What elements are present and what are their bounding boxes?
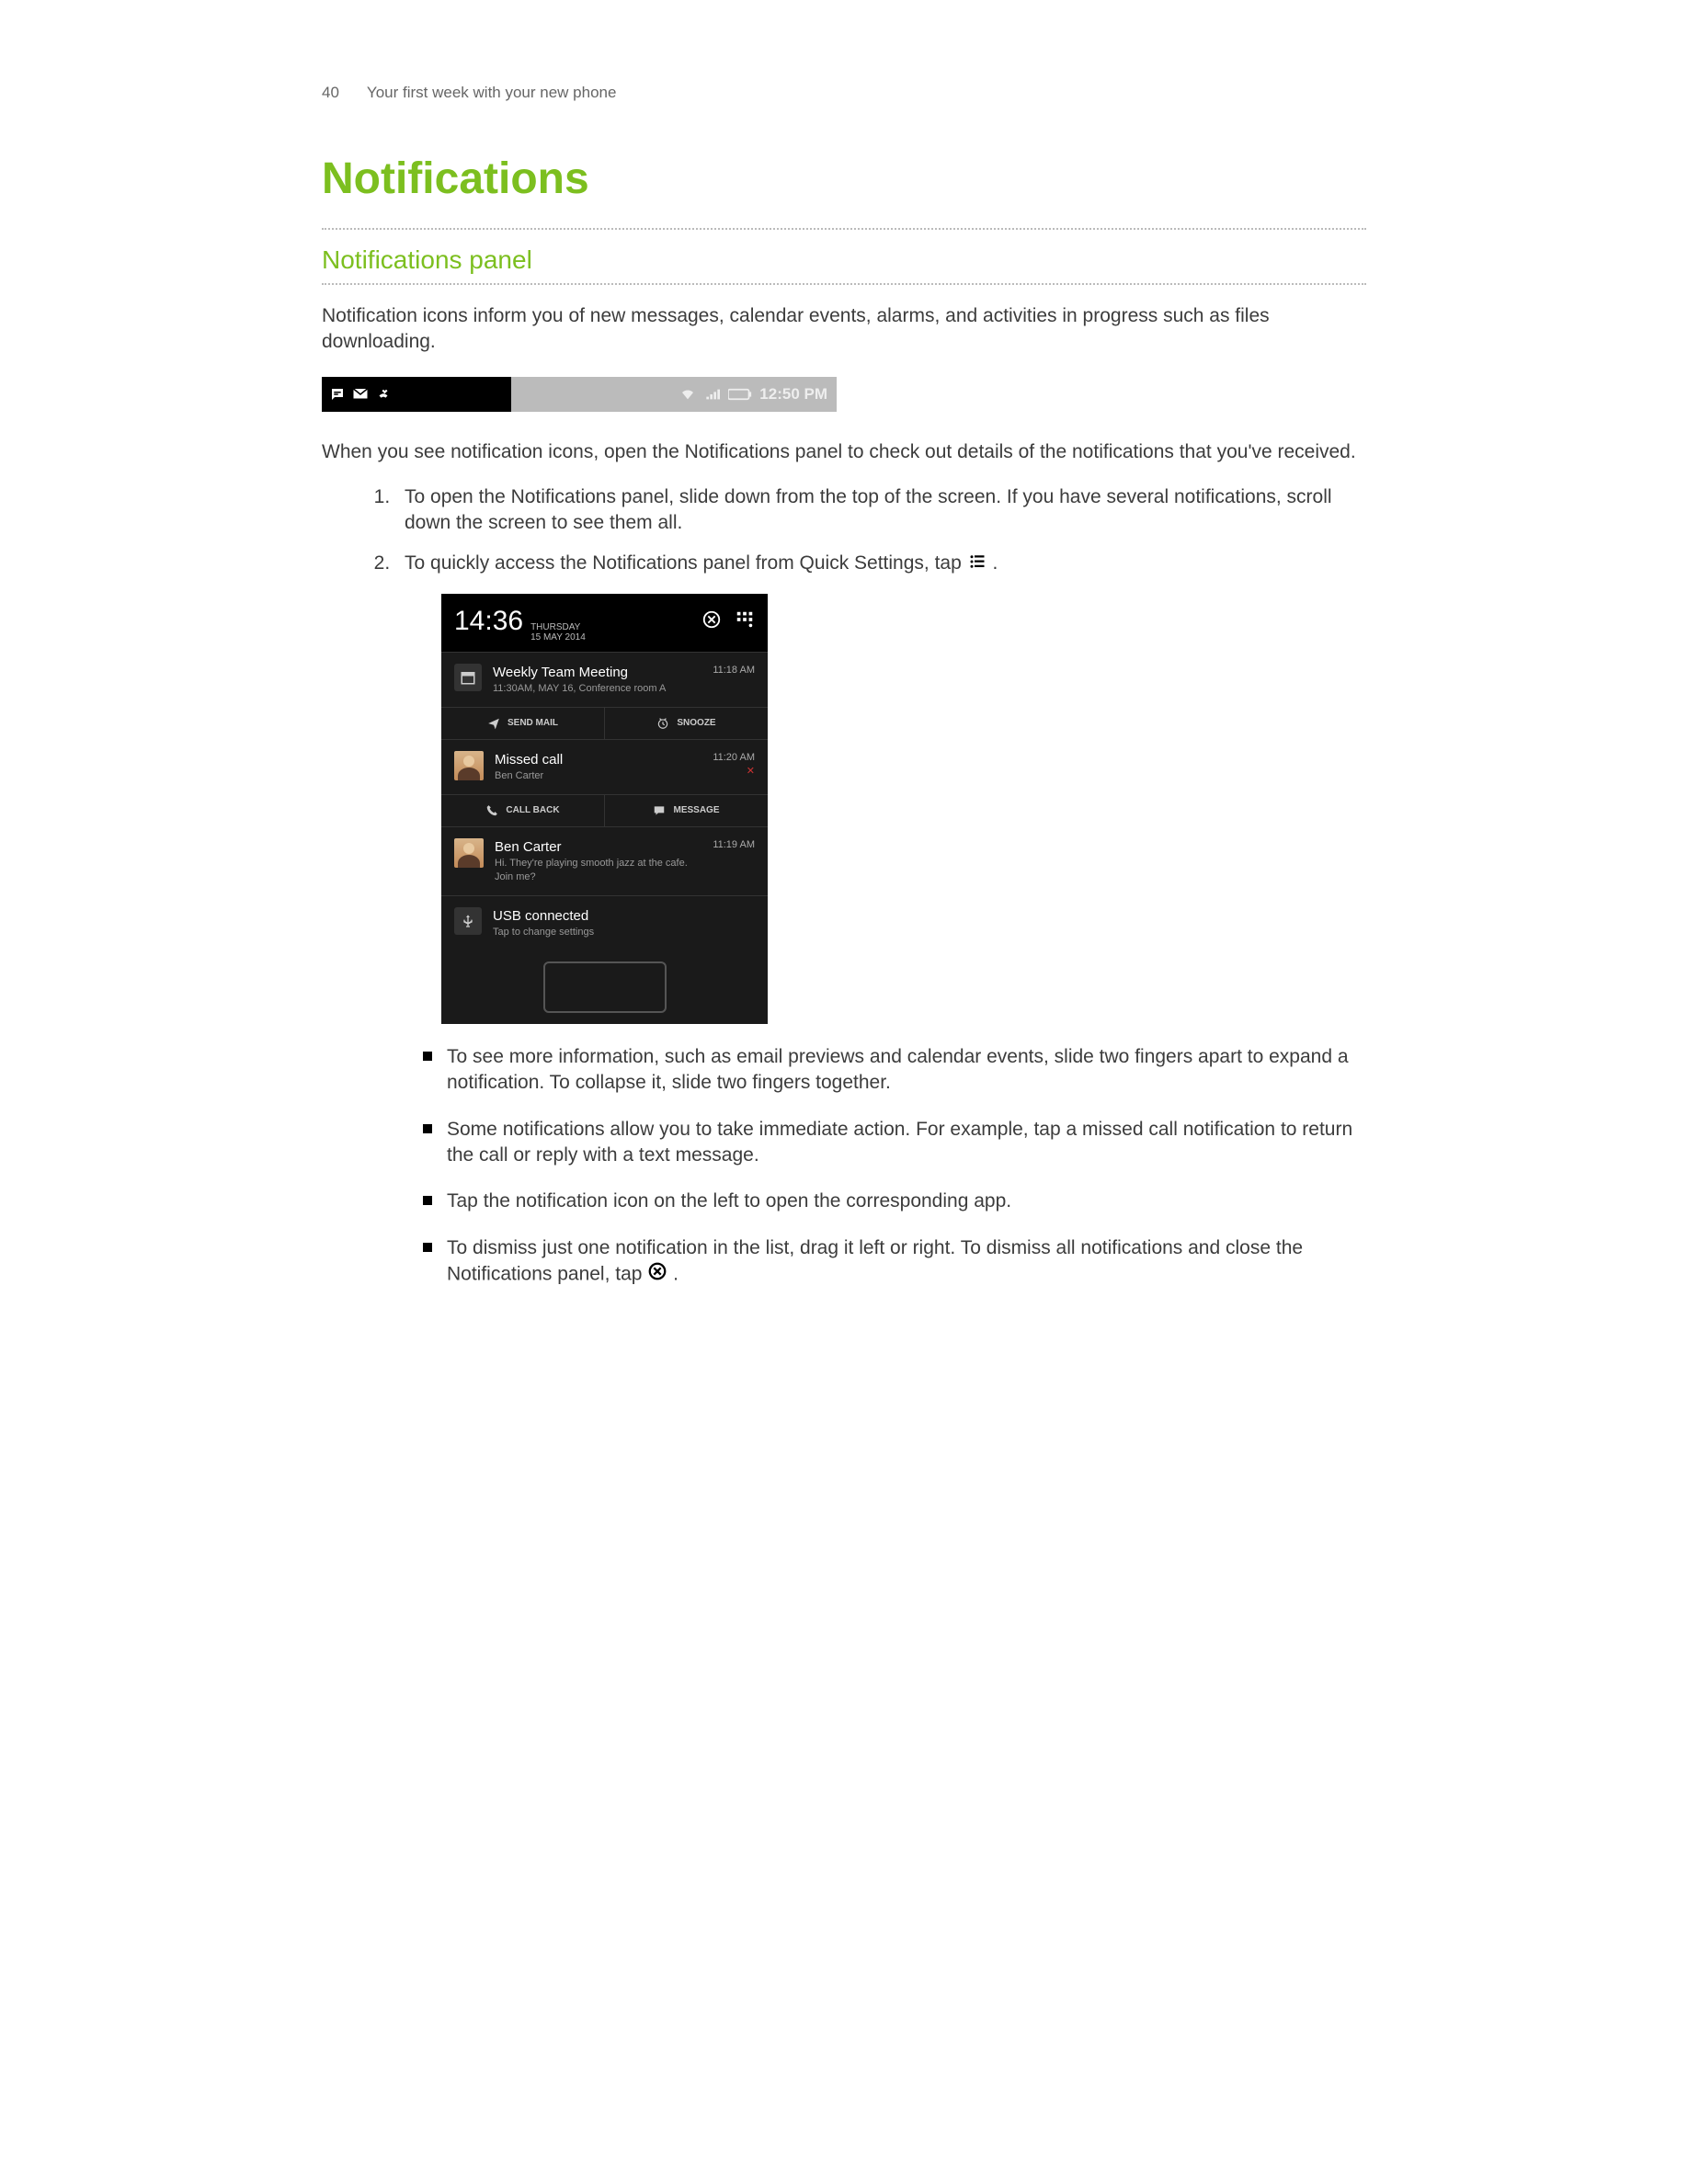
- bullet-item: To dismiss just one notification in the …: [423, 1235, 1366, 1290]
- phone-footer: [441, 950, 768, 1024]
- missed-call-icon: [375, 386, 392, 403]
- bullet-item: Tap the notification icon on the left to…: [423, 1189, 1366, 1214]
- quick-settings-icon: [735, 609, 755, 635]
- list-icon: [967, 552, 987, 577]
- close-circle-icon: [647, 1261, 667, 1289]
- notification-row: Weekly Team Meeting 11:30AM, MAY 16, Con…: [441, 652, 768, 707]
- avatar-icon: [454, 838, 484, 868]
- action-snooze: SNOOZE: [605, 708, 768, 739]
- page-title: Notifications: [322, 150, 1366, 210]
- section-title: Your first week with your new phone: [367, 83, 617, 104]
- signal-icon: [704, 387, 721, 402]
- usb-icon: [454, 907, 482, 935]
- action-message: MESSAGE: [605, 795, 768, 826]
- notification-row: USB connected Tap to change settings: [441, 895, 768, 950]
- bullet-item: Some notifications allow you to take imm…: [423, 1117, 1366, 1169]
- page-header: 40 Your first week with your new phone: [322, 83, 1366, 104]
- action-call-back: CALL BACK: [441, 795, 605, 826]
- phone-date: 15 MAY 2014: [530, 632, 586, 643]
- phone-header: 14:36 THURSDAY 15 MAY 2014: [441, 594, 768, 652]
- statusbar-time: 12:50 PM: [759, 384, 827, 405]
- handle-icon: [543, 961, 667, 1013]
- divider: [322, 283, 1366, 285]
- notification-actions: CALL BACK MESSAGE: [441, 794, 768, 826]
- section-subtitle: Notifications panel: [322, 243, 1366, 278]
- bullet-list: To see more information, such as email p…: [405, 1044, 1366, 1289]
- statusbar-right: 12:50 PM: [511, 377, 837, 412]
- divider: [322, 228, 1366, 230]
- phone-clock: 14:36: [454, 603, 523, 641]
- phone-screenshot: 14:36 THURSDAY 15 MAY 2014: [441, 594, 768, 1024]
- calendar-icon: [454, 664, 482, 691]
- notification-actions: SEND MAIL SNOOZE: [441, 707, 768, 739]
- action-send-mail: SEND MAIL: [441, 708, 605, 739]
- statusbar-left: [322, 377, 511, 412]
- statusbar-illustration: 12:50 PM: [322, 377, 837, 412]
- missed-indicator-icon: ✕: [713, 765, 755, 779]
- avatar-icon: [454, 751, 484, 780]
- steps-list: To open the Notifications panel, slide d…: [322, 484, 1366, 1290]
- phone-day: THURSDAY: [530, 622, 586, 632]
- wifi-icon: [679, 387, 697, 402]
- step-2: To quickly access the Notifications pane…: [395, 551, 1366, 1289]
- intro-paragraph: Notification icons inform you of new mes…: [322, 303, 1366, 356]
- after-bar-paragraph: When you see notification icons, open th…: [322, 439, 1366, 465]
- battery-icon: [728, 388, 752, 401]
- page-number: 40: [322, 83, 339, 104]
- notification-row: Missed call Ben Carter 11:20 AM ✕: [441, 739, 768, 794]
- bullet-item: To see more information, such as email p…: [423, 1044, 1366, 1097]
- notification-row: Ben Carter Hi. They're playing smooth ja…: [441, 826, 768, 895]
- bubble-icon: [329, 386, 346, 403]
- step-1: To open the Notifications panel, slide d…: [395, 484, 1366, 537]
- mail-icon: [351, 386, 370, 403]
- dismiss-all-icon: [701, 609, 722, 635]
